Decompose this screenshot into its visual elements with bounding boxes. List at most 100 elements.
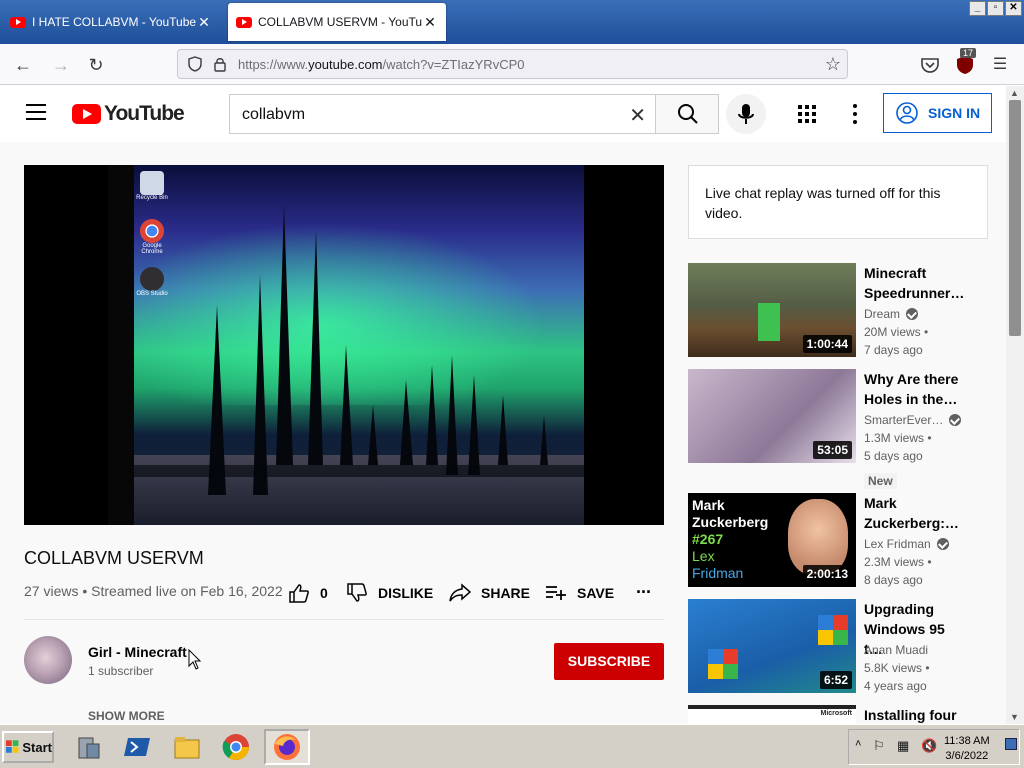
scrollbar-thumb[interactable]	[1009, 100, 1021, 336]
page-scrollbar[interactable]: ▲ ▼	[1006, 86, 1024, 724]
lock-icon[interactable]	[213, 56, 227, 72]
forward-arrow-icon[interactable]: →	[48, 52, 74, 78]
recommended-video[interactable]: 1:00:44 Minecraft Speedrunner… Dream 20M…	[688, 263, 1006, 357]
view-count: 5.8K views •	[864, 661, 930, 675]
watch-page: Recycle Bin Google Chrome OBS Studio COL…	[0, 142, 1006, 724]
tab-close-icon[interactable]: ✕	[422, 14, 438, 31]
tab-i-hate-collabvm[interactable]: I HATE COLLABVM - YouTube ✕	[2, 3, 220, 41]
thumbs-up-icon	[289, 584, 309, 603]
dislike-button[interactable]: DISLIKE	[346, 583, 433, 603]
minimize-button[interactable]: _	[969, 1, 986, 16]
video-thumbnail[interactable]: 53:05	[688, 369, 856, 463]
search-input[interactable]: collabvm ✕	[229, 94, 656, 134]
firefox-icon[interactable]	[264, 729, 310, 765]
channel-avatar[interactable]	[24, 636, 72, 684]
taskbar-clock[interactable]: 11:38 AM 3/6/2022	[944, 734, 990, 764]
channel-name[interactable]: Dream	[864, 307, 919, 321]
video-title: COLLABVM USERVM	[24, 548, 204, 568]
desktop-icon-label: Google Chrome	[141, 243, 163, 255]
channel-name[interactable]: Anan Muadi	[864, 643, 928, 657]
scroll-up-icon[interactable]: ▲	[1010, 88, 1019, 98]
sign-in-label: SIGN IN	[928, 105, 981, 121]
video-duration: 1:00:44	[802, 335, 852, 353]
video-thumbnail[interactable]: 1:00:44	[688, 263, 856, 357]
windows-taskbar: Start ˄ ⚐ ▦ 🔇 11:38 AM 3/6/2022	[0, 724, 1024, 768]
section-divider	[24, 619, 664, 620]
upload-age: 8 days ago	[864, 573, 923, 587]
youtube-play-logo-icon	[72, 104, 101, 124]
recommended-video[interactable]: Mark Zuckerberg #267 Lex Fridman 2:00:13…	[688, 493, 1006, 587]
tab-title: COLLABVM USERVM - YouTube	[258, 15, 422, 29]
server-manager-icon[interactable]	[68, 729, 108, 765]
bookmark-star-icon[interactable]: ☆	[825, 54, 841, 75]
channel-name[interactable]: Girl - Minecraft	[88, 644, 187, 660]
menu-icon[interactable]: ☰	[987, 52, 1013, 78]
clear-search-icon[interactable]: ✕	[629, 103, 646, 128]
search-button[interactable]	[655, 94, 719, 134]
verified-check-icon	[906, 308, 919, 320]
back-arrow-icon[interactable]: ←	[10, 52, 36, 78]
more-actions-button[interactable]: ...	[636, 577, 651, 598]
dislike-label: DISLIKE	[378, 585, 434, 601]
video-player[interactable]: Recycle Bin Google Chrome OBS Studio	[24, 165, 664, 525]
show-desktop-icon[interactable]	[1005, 738, 1017, 750]
recommended-video[interactable]: 53:05 Why Are there Holes in the… Smarte…	[688, 369, 1006, 489]
pocket-icon[interactable]	[918, 53, 942, 77]
close-window-button[interactable]: ✕	[1005, 1, 1022, 16]
voice-search-button[interactable]	[726, 94, 766, 134]
restore-button[interactable]: ▫	[987, 1, 1004, 16]
video-duration: 53:05	[813, 441, 852, 459]
tree-silhouettes	[108, 205, 584, 495]
tab-collabvm-uservm[interactable]: COLLABVM USERVM - YouTube ✕	[228, 3, 446, 41]
scroll-down-icon[interactable]: ▼	[1010, 712, 1019, 722]
live-chat-notice: Live chat replay was turned off for this…	[688, 165, 988, 239]
file-explorer-icon[interactable]	[167, 729, 207, 765]
youtube-apps-icon[interactable]	[798, 105, 816, 123]
windows-logo-icon	[708, 649, 738, 679]
guide-menu-icon[interactable]	[26, 104, 46, 120]
channel-name[interactable]: Lex Fridman	[864, 537, 949, 551]
show-hidden-icons-icon[interactable]: ˄	[855, 738, 861, 750]
chrome-icon[interactable]	[216, 729, 256, 765]
windows-flag-icon	[6, 740, 19, 753]
like-button[interactable]: 0	[288, 583, 328, 603]
share-label: SHARE	[481, 585, 531, 601]
sign-in-button[interactable]: SIGN IN	[883, 93, 992, 133]
tab-close-icon[interactable]: ✕	[196, 14, 212, 31]
start-button[interactable]: Start	[2, 731, 54, 763]
window-controls: _ ▫ ✕	[969, 1, 1022, 16]
youtube-favicon-icon	[10, 16, 26, 28]
youtube-favicon-icon	[236, 16, 252, 28]
share-button[interactable]: SHARE	[449, 583, 530, 603]
powershell-icon[interactable]	[117, 729, 157, 765]
recommended-video[interactable]: Microsoft Installing four	[688, 705, 1006, 724]
reload-icon[interactable]: ↻	[83, 52, 109, 78]
upload-age: 7 days ago	[864, 343, 923, 357]
show-more-button[interactable]: SHOW MORE	[88, 709, 165, 723]
obs-icon	[140, 267, 164, 291]
video-title[interactable]: Minecraft Speedrunner…	[864, 263, 964, 303]
youtube-logo[interactable]: YouTube	[72, 102, 185, 126]
video-thumbnail[interactable]: Mark Zuckerberg #267 Lex Fridman 2:00:13	[688, 493, 856, 587]
video-title[interactable]: Mark Zuckerberg:…	[864, 493, 964, 533]
subscribe-button[interactable]: SUBSCRIBE	[554, 643, 664, 680]
volume-muted-icon[interactable]: 🔇	[921, 738, 937, 754]
tracking-shield-icon[interactable]	[188, 56, 202, 72]
video-title[interactable]: Why Are there Holes in the…	[864, 369, 964, 409]
view-count: 20M views •	[864, 325, 929, 339]
video-thumbnail[interactable]: Microsoft	[688, 705, 856, 724]
youtube-masthead: YouTube collabvm ✕ SIGN IN	[0, 86, 1006, 142]
address-bar[interactable]: https://www.youtube.com/watch?v=ZTIazYRv…	[177, 49, 848, 79]
chrome-icon	[140, 219, 164, 243]
ublock-count-badge: 17	[960, 48, 977, 58]
video-title[interactable]: Installing four	[864, 705, 964, 724]
channel-name[interactable]: SmarterEver…	[864, 413, 962, 427]
recommended-video[interactable]: 6:52 Upgrading Windows 95 t… Anan Muadi …	[688, 599, 1006, 693]
video-duration: 2:00:13	[802, 565, 852, 583]
settings-more-icon[interactable]	[853, 104, 857, 124]
video-thumbnail[interactable]: 6:52	[688, 599, 856, 693]
windows-logo-icon	[818, 615, 848, 645]
network-icon[interactable]: ▦	[897, 738, 909, 754]
action-center-flag-icon[interactable]: ⚐	[873, 738, 885, 754]
save-button[interactable]: SAVE	[545, 583, 614, 603]
